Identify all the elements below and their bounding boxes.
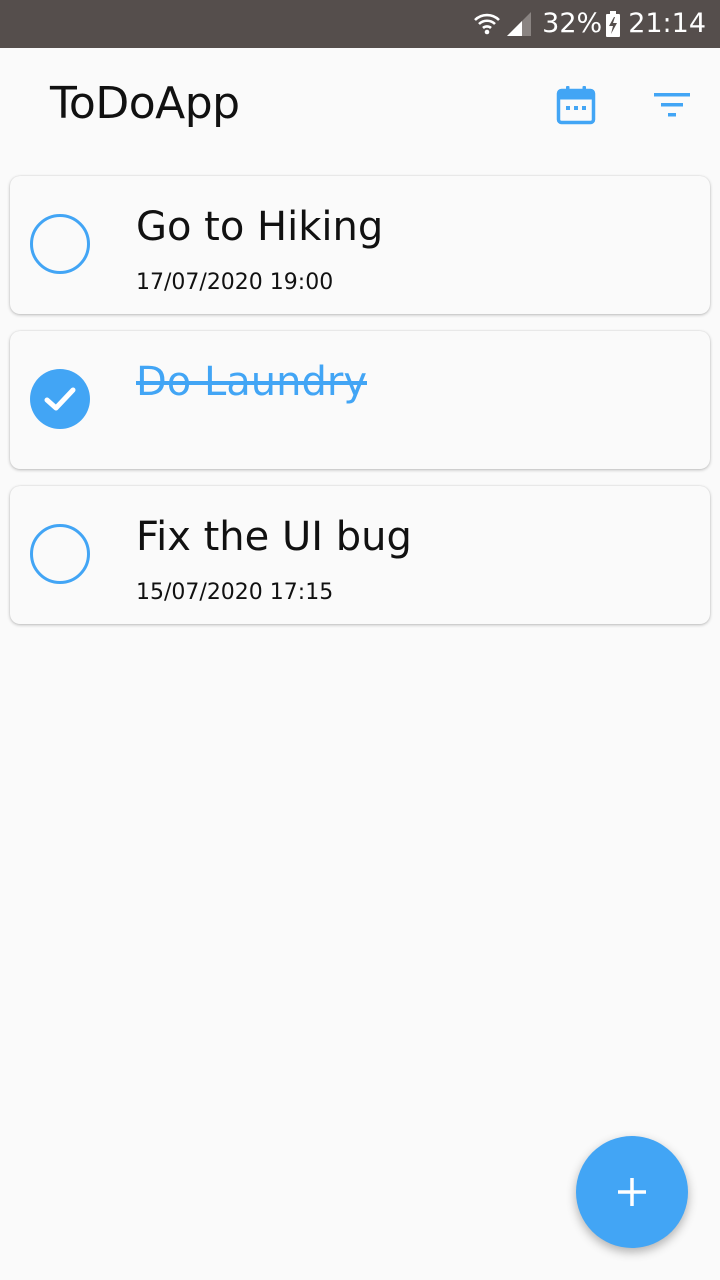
status-indicators: 32% 21:14 xyxy=(474,0,706,48)
task-checkbox-checked[interactable] xyxy=(30,369,90,429)
clock-time: 21:14 xyxy=(628,8,706,39)
filter-icon xyxy=(648,93,696,134)
battery-percentage: 32% xyxy=(542,8,603,39)
calendar-icon xyxy=(552,86,600,134)
task-title-completed: Do Laundry xyxy=(136,359,367,405)
task-card[interactable]: Go to Hiking 17/07/2020 19:00 xyxy=(10,176,710,314)
status-bar: 32% 21:14 xyxy=(0,0,720,48)
task-card[interactable]: Fix the UI bug 15/07/2020 17:15 xyxy=(10,486,710,624)
task-checkbox-unchecked[interactable] xyxy=(30,214,90,274)
task-title: Go to Hiking xyxy=(136,204,384,250)
calendar-button[interactable] xyxy=(552,82,600,130)
add-task-button[interactable] xyxy=(576,1136,688,1248)
task-card[interactable]: Do Laundry xyxy=(10,331,710,469)
task-checkbox-unchecked[interactable] xyxy=(30,524,90,584)
cell-signal-icon xyxy=(506,11,532,37)
filter-button[interactable] xyxy=(648,82,696,130)
app-title: ToDoApp xyxy=(50,78,240,129)
battery-charging-icon xyxy=(606,11,621,37)
task-date: 15/07/2020 17:15 xyxy=(136,580,334,605)
task-date: 17/07/2020 19:00 xyxy=(136,270,334,295)
task-title: Fix the UI bug xyxy=(136,514,412,560)
wifi-icon xyxy=(474,11,501,37)
app-bar: ToDoApp xyxy=(0,48,720,164)
